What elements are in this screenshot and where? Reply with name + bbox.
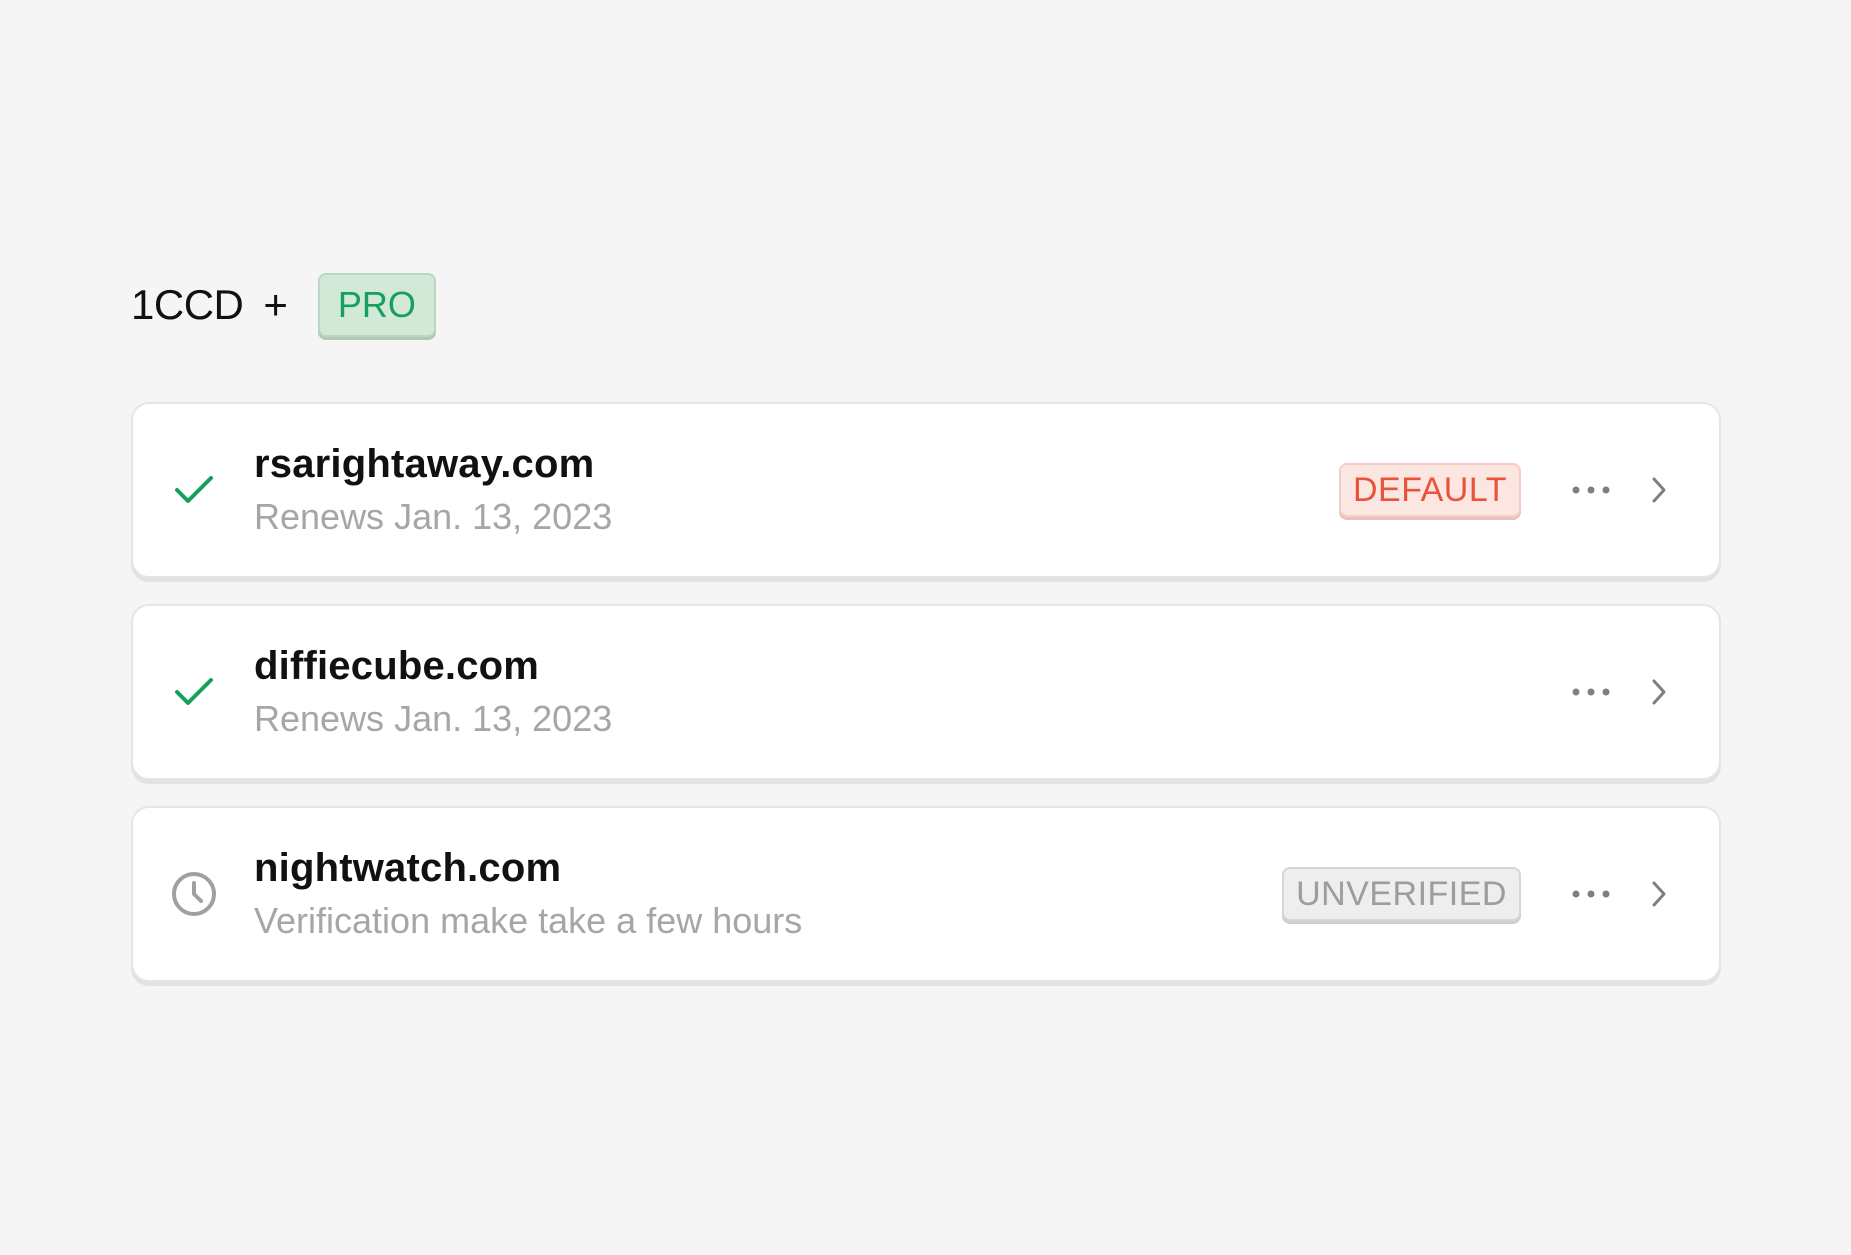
domain-list: rsarightaway.com Renews Jan. 13, 2023 DE… [131,402,1721,982]
ellipsis-icon [1572,688,1610,696]
domain-card-nightwatch[interactable]: nightwatch.com Verification make take a … [131,806,1721,982]
domain-renewal: Renews Jan. 13, 2023 [254,698,613,739]
plan-header: 1CCD + PRO [131,272,1721,338]
ellipsis-icon [1572,486,1610,494]
check-icon [169,667,219,717]
unverified-badge: UNVERIFIED [1282,867,1521,921]
chevron-right-icon [1652,881,1666,907]
domain-controls: DEFAULT [1338,463,1679,517]
pro-badge: PRO [317,273,436,337]
chevron-right-icon [1652,679,1666,705]
domains-page: 1CCD + PRO rsarightaway.com Renews Jan. … [131,272,1721,1008]
domain-text: rsarightaway.com Renews Jan. 13, 2023 [254,440,612,540]
domain-name: diffiecube.com [254,644,540,688]
plan-plus: + [263,281,288,328]
verification-note: Verification make take a few hours [254,900,803,941]
more-options-button[interactable] [1567,466,1615,514]
default-badge: DEFAULT [1338,463,1521,517]
ellipsis-icon [1572,890,1610,898]
domain-controls [1567,668,1679,716]
plan-name: 1CCD [131,281,244,328]
domain-name: rsarightaway.com [254,442,595,486]
domain-renewal: Renews Jan. 13, 2023 [254,496,613,537]
domain-card-rsarightaway[interactable]: rsarightaway.com Renews Jan. 13, 2023 DE… [131,402,1721,578]
open-domain-button[interactable] [1639,466,1679,514]
clock-icon [169,869,219,919]
domain-text: nightwatch.com Verification make take a … [254,844,802,944]
check-icon [169,465,219,515]
domain-controls: UNVERIFIED [1282,867,1679,921]
open-domain-button[interactable] [1639,870,1679,918]
more-options-button[interactable] [1567,870,1615,918]
chevron-right-icon [1652,477,1666,503]
domain-card-diffiecube[interactable]: diffiecube.com Renews Jan. 13, 2023 [131,604,1721,780]
more-options-button[interactable] [1567,668,1615,716]
open-domain-button[interactable] [1639,668,1679,716]
domain-text: diffiecube.com Renews Jan. 13, 2023 [254,642,612,742]
domain-name: nightwatch.com [254,846,562,890]
